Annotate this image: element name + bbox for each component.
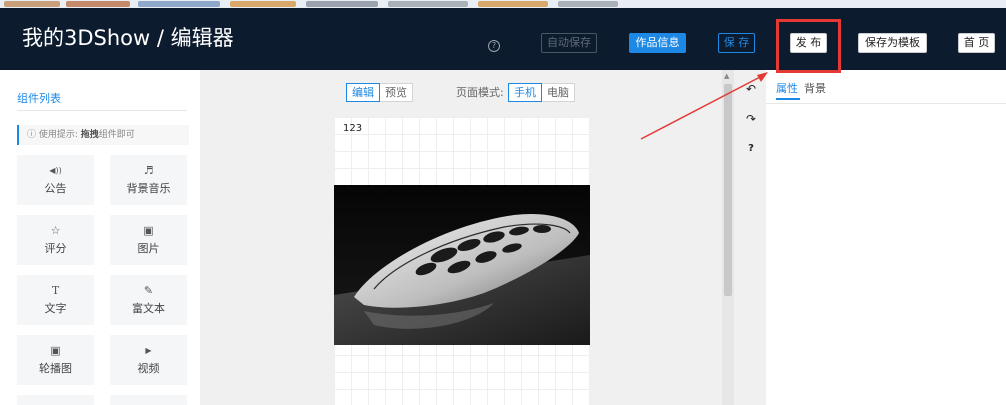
tile-label: 图片 <box>137 242 160 255</box>
page-mode-toggle: 手机 电脑 <box>508 83 575 102</box>
boat-image <box>334 185 590 345</box>
tile-label: 富文本 <box>132 302 165 315</box>
text-component[interactable]: 123 <box>343 123 362 134</box>
usage-tip: ⓘ 使用提示: 拖拽组件即可 <box>17 125 189 145</box>
publish-button[interactable]: 发 布 <box>790 33 827 53</box>
component-tile-text[interactable]: T 文字 <box>17 275 94 325</box>
canvas-scrollbar[interactable]: ▲ <box>722 70 734 405</box>
component-tile-more[interactable] <box>17 395 94 405</box>
volume-icon: ◀)) <box>49 166 62 175</box>
panel-divider <box>17 110 187 111</box>
tile-label: 视频 <box>137 362 160 375</box>
edit-preview-toggle: 编辑 预览 <box>346 83 413 102</box>
save-as-template-button[interactable]: 保存为模板 <box>858 33 927 53</box>
bookmark-item[interactable] <box>558 1 618 7</box>
edit-icon: ✎ <box>143 284 154 297</box>
component-tile-rating[interactable]: ☆ 评分 <box>17 215 94 265</box>
tip-bold: 拖拽 <box>80 130 99 140</box>
component-tile-video[interactable]: ▶ 视频 <box>110 335 187 385</box>
star-icon: ☆ <box>50 224 61 237</box>
mobile-mode-tab[interactable]: 手机 <box>508 83 542 102</box>
tip-suffix: 组件即可 <box>98 130 135 140</box>
tile-label: 公告 <box>44 182 67 195</box>
side-toolbar: ↶ ↷ ? <box>736 70 766 405</box>
undo-icon[interactable]: ↶ <box>744 82 758 96</box>
help-icon[interactable]: ? <box>488 40 500 52</box>
music-icon: ♬ <box>143 164 154 177</box>
component-tile-carousel[interactable]: ▣ 轮播图 <box>17 335 94 385</box>
tile-label: 文字 <box>44 302 67 315</box>
edit-tab[interactable]: 编辑 <box>346 83 380 102</box>
tip-prefix: ⓘ 使用提示: <box>27 130 81 140</box>
bookmark-item[interactable] <box>306 1 378 7</box>
page-title: 我的3DShow / 编辑器 <box>22 26 234 50</box>
desktop-mode-tab[interactable]: 电脑 <box>542 84 574 101</box>
page-mode-label: 页面模式: <box>456 86 504 99</box>
bookmark-item[interactable] <box>138 1 220 7</box>
scroll-up-arrow[interactable]: ▲ <box>724 72 729 80</box>
image-component[interactable] <box>334 185 590 345</box>
preview-tab[interactable]: 预览 <box>380 84 412 101</box>
work-info-button[interactable]: 作品信息 <box>629 33 686 53</box>
help-icon[interactable]: ? <box>744 142 758 156</box>
component-tile-image[interactable]: ▣ 图片 <box>110 215 187 265</box>
bookmark-item[interactable] <box>4 1 60 7</box>
properties-panel: 属性 背景 <box>766 70 1006 405</box>
component-tile-notice[interactable]: ◀)) 公告 <box>17 155 94 205</box>
component-tile-more[interactable] <box>110 395 187 405</box>
text-icon: T <box>51 284 60 297</box>
tile-label: 评分 <box>44 242 67 255</box>
redo-icon[interactable]: ↷ <box>744 112 758 126</box>
tile-label: 轮播图 <box>39 362 72 375</box>
bookmark-item[interactable] <box>388 1 468 7</box>
bookmark-item[interactable] <box>66 1 130 7</box>
phone-canvas[interactable]: 123 <box>334 117 590 405</box>
component-list-title: 组件列表 <box>17 92 61 105</box>
autosave-button[interactable]: 自动保存 <box>541 33 597 53</box>
home-button[interactable]: 首 页 <box>958 33 995 53</box>
tab-background[interactable]: 背景 <box>804 80 826 96</box>
tab-divider <box>766 103 1006 104</box>
tile-label: 背景音乐 <box>126 182 171 195</box>
image-icon: ▣ <box>143 224 154 237</box>
video-icon: ▶ <box>145 346 152 355</box>
tab-attributes[interactable]: 属性 <box>776 80 798 96</box>
bookmark-item[interactable] <box>478 1 548 7</box>
bookmarks-bar <box>0 0 1006 8</box>
bookmark-item[interactable] <box>230 1 296 7</box>
save-button[interactable]: 保 存 <box>718 33 755 53</box>
active-tab-indicator <box>776 98 800 100</box>
carousel-icon: ▣ <box>50 344 61 357</box>
scroll-thumb[interactable] <box>724 84 732 296</box>
component-tile-richtext[interactable]: ✎ 富文本 <box>110 275 187 325</box>
app-header: 我的3DShow / 编辑器 ? 自动保存 作品信息 保 存 发 布 保存为模板… <box>0 8 1006 70</box>
component-panel: 组件列表 ⓘ 使用提示: 拖拽组件即可 ◀)) 公告 ♬ 背景音乐 ☆ 评分 ▣… <box>0 70 200 405</box>
component-tile-music[interactable]: ♬ 背景音乐 <box>110 155 187 205</box>
